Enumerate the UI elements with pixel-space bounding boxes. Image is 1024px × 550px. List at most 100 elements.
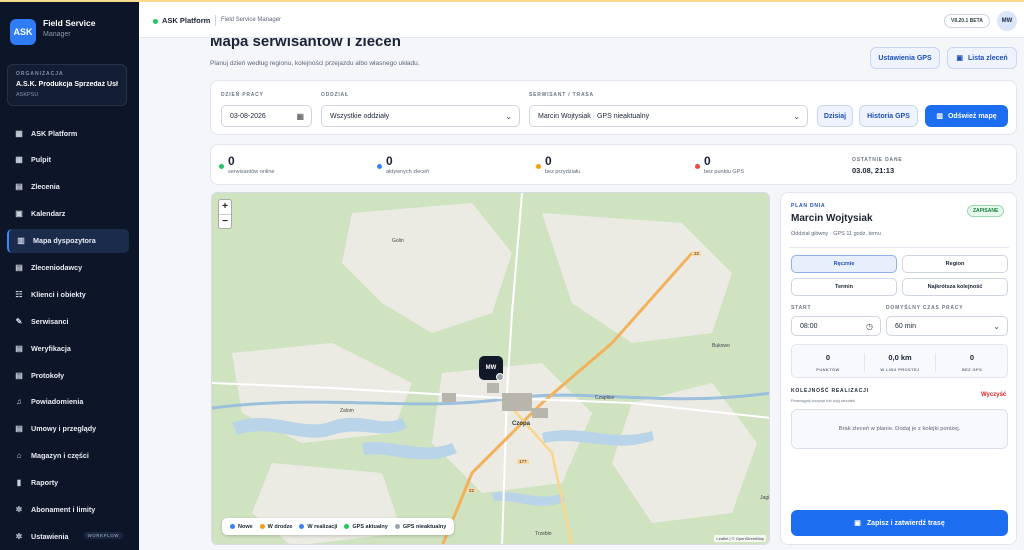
stat-label-online: serwisantów online — [228, 169, 275, 175]
user-avatar[interactable]: MW — [997, 11, 1017, 31]
gps-settings-button[interactable]: Ustawienia GPS — [870, 47, 940, 69]
refresh-map-label: Odśwież mapę — [947, 112, 997, 120]
brand-subtitle: Manager — [43, 31, 71, 38]
dashboard-icon: ▦ — [15, 155, 23, 165]
clock-icon[interactable]: ◷ — [866, 322, 873, 331]
gps-stale-indicator — [496, 373, 504, 381]
top-header: ASK Platform Field Service Manager V8.20… — [139, 2, 1024, 38]
start-time-input[interactable]: 08:00 ◷ — [791, 316, 881, 336]
empty-plan-text: Brak zleceń w planie. Dodaj je z kolejki… — [838, 426, 961, 432]
gps-history-button[interactable]: Historia GPS — [859, 105, 918, 127]
road-label: 177 — [517, 459, 529, 464]
header-subtitle: Field Service Manager — [221, 17, 282, 23]
refresh-map-button[interactable]: ▥ Odśwież mapę — [925, 105, 1008, 127]
orders-list-button[interactable]: ▣ Lista zleceń — [947, 47, 1017, 69]
header-divider — [215, 15, 216, 26]
duration-label: DOMYŚLNY CZAS PRACY — [886, 305, 964, 311]
people-icon: ☷ — [15, 289, 23, 299]
chart-icon: ▮ — [16, 478, 22, 488]
clear-order-button[interactable]: Wyczyść — [981, 392, 1006, 398]
start-label: START — [791, 305, 812, 311]
metric-nogps-label: BEZ GPS — [961, 367, 983, 372]
metric-points-label: PUNKTÓW — [816, 367, 840, 372]
warehouse-icon: ⌂ — [16, 451, 22, 461]
app-logo[interactable]: ASK — [10, 19, 36, 45]
gear-icon: ✲ — [15, 504, 23, 514]
sidebar-item[interactable]: ☷ Klienci i obiekty — [7, 282, 129, 306]
sidebar-item-label: Abonament i limity — [31, 504, 96, 514]
gps-settings-label: Ustawienia GPS — [878, 54, 932, 62]
sidebar-item-label: Klienci i obiekty — [31, 289, 86, 299]
mode-region[interactable]: Region — [902, 255, 1008, 273]
dispatch-map[interactable]: Golin Bukowo Zalom Czaplice Czopa Trzebi… — [211, 192, 770, 545]
sidebar-item[interactable]: ▦ ASK Platform — [7, 121, 129, 145]
sidebar-item[interactable]: ▤ Umowy i przeglądy — [7, 417, 129, 441]
tech-value: Marcin Wojtysiak · GPS nieaktualny — [538, 112, 650, 120]
bell-icon: ♫ — [16, 397, 22, 407]
orders-list-label: Lista zleceń — [967, 54, 1008, 62]
wrench-icon: ✎ — [15, 316, 23, 326]
version-badge: V8.20.1 BETA — [944, 14, 990, 28]
zoom-out-button[interactable]: − — [219, 215, 231, 229]
today-button[interactable]: Dzisiaj — [817, 105, 853, 127]
mode-deadline[interactable]: Termin — [791, 278, 897, 296]
day-input[interactable]: 03-08-2026 ▦ — [221, 105, 312, 127]
duration-select[interactable]: 60 min ⌄ — [886, 316, 1008, 336]
sidebar-item[interactable]: ▦ Pulpit — [7, 148, 129, 172]
sidebar-item[interactable]: ▮ Raporty — [7, 471, 129, 495]
stat-dot-nogps — [695, 164, 700, 169]
sidebar-item-label: Raporty — [31, 478, 59, 488]
legend-label: GPS aktualny — [352, 523, 388, 530]
last-data-label: OSTATNIE DANE — [852, 157, 903, 163]
stat-label-nogps: bez punktu GPS — [704, 169, 745, 175]
order-label: KOLEJNOŚĆ REALIZACJI — [791, 388, 869, 394]
legend-item: Nowe — [230, 524, 253, 530]
organization-switcher[interactable]: ORGANIZACJA A.S.K. Produkcja Sprzedaż Us… — [7, 64, 127, 106]
sidebar-item-label: Pulpit — [31, 155, 51, 165]
place-label: Trzebin — [535, 531, 552, 537]
sidebar-item[interactable]: ✲ Ustawienia WORKFLOW — [7, 524, 129, 548]
place-label: Jagi — [760, 495, 770, 501]
grid-icon: ▦ — [15, 128, 23, 138]
place-label: Bukowo — [712, 343, 730, 349]
sidebar-item[interactable]: ▣ Kalendarz — [7, 202, 129, 226]
zoom-in-button[interactable]: + — [219, 200, 231, 215]
sidebar-item[interactable]: ⌂ Magazyn i części — [7, 444, 129, 468]
sidebar-item[interactable]: ▤ Zleceniodawcy — [7, 255, 129, 279]
save-route-button[interactable]: ▣ Zapisz i zatwierdź trasę — [791, 510, 1008, 536]
sidebar-item[interactable]: ♫ Powiadomienia — [7, 390, 129, 414]
sidebar-item-label: Kalendarz — [31, 209, 66, 219]
header-app-name[interactable]: ASK Platform — [162, 16, 210, 25]
legend-item: W realizacji — [299, 524, 337, 530]
legend-dot — [230, 524, 235, 529]
place-label: Czopa — [512, 421, 530, 427]
calendar-icon[interactable]: ▦ — [296, 112, 304, 121]
sidebar-item-label: Magazyn i części — [31, 451, 89, 461]
sidebar-item[interactable]: ✲ Abonament i limity — [7, 497, 129, 521]
sidebar-item[interactable]: ▤ Zlecenia — [7, 175, 129, 199]
tech-select[interactable]: Marcin Wojtysiak · GPS nieaktualny ⌄ — [529, 105, 808, 127]
metric-nogps: 0 BEZ GPS — [936, 353, 1008, 372]
sidebar-item[interactable]: ▤ Weryfikacja — [7, 336, 129, 360]
divider — [789, 247, 1009, 248]
sidebar-item-label: ASK Platform — [31, 128, 78, 138]
legend-label: W realizacji — [307, 523, 338, 530]
calendar-icon: ▣ — [854, 520, 861, 527]
sidebar-item-label: Umowy i przeglądy — [31, 424, 97, 434]
legend-item: W drodze — [259, 523, 293, 530]
mode-manual[interactable]: Ręcznie — [791, 255, 897, 273]
mode-shortest[interactable]: Najkrótsza kolejność — [902, 278, 1008, 296]
sidebar-item[interactable]: ▥ Mapa dyspozytora — [7, 228, 129, 253]
empty-plan-dropzone[interactable]: Brak zleceń w planie. Dodaj je z kolejki… — [791, 409, 1008, 449]
legend-label: W drodze — [267, 523, 293, 530]
sidebar-item[interactable]: ▤ Protokoły — [7, 363, 129, 387]
last-data-value: 03.08, 21:13 — [852, 166, 895, 175]
branch-select[interactable]: Wszystkie oddziały ⌄ — [321, 105, 520, 127]
chevron-down-icon: ⌄ — [505, 111, 512, 121]
today-label: Dzisiaj — [823, 112, 847, 120]
page-subtitle: Planuj dzień według regionu, kolejności … — [210, 60, 420, 67]
map-attribution[interactable]: Leaflet | © OpenStreetMap — [714, 535, 766, 542]
sidebar-item[interactable]: ✎ Serwisanci — [7, 309, 129, 333]
sidebar-nav: ▦ ASK Platform ▦ Pulpit ▤ Zlecenia ▣ Kalendarz ▥… — [7, 121, 129, 550]
metric-distance-value: 0,0 km — [888, 353, 912, 362]
